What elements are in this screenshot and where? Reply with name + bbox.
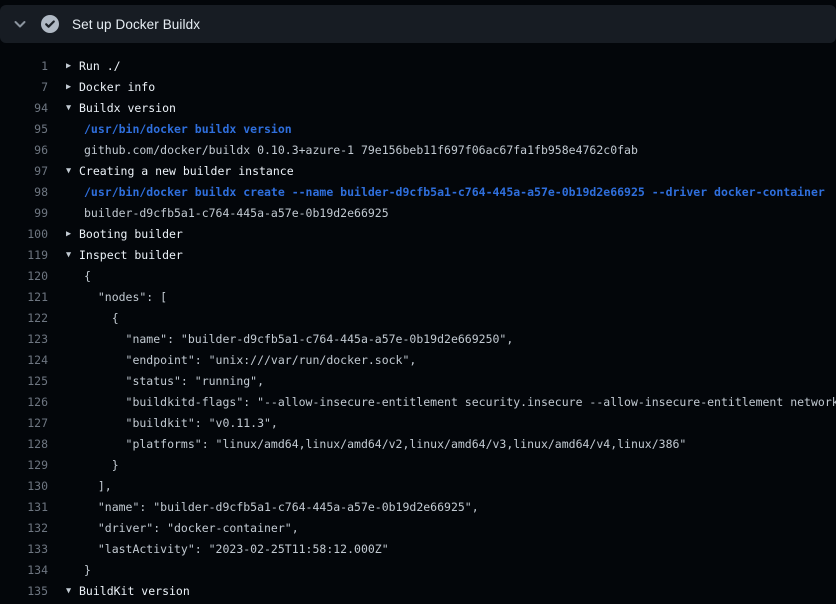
line-number[interactable]: 94 bbox=[0, 98, 48, 119]
log-line-133: 133 "lastActivity": "2023-02-25T11:58:12… bbox=[0, 539, 836, 560]
line-number[interactable]: 129 bbox=[0, 455, 48, 476]
log-text: "nodes": [ bbox=[84, 287, 167, 308]
line-number[interactable]: 120 bbox=[0, 266, 48, 287]
triangle-right-icon[interactable]: ▶ bbox=[66, 77, 79, 98]
log-text: /usr/bin/docker buildx version bbox=[84, 119, 292, 140]
line-number[interactable]: 98 bbox=[0, 182, 48, 203]
log-text: "driver": "docker-container", bbox=[84, 518, 299, 539]
log-text: github.com/docker/buildx 0.10.3+azure-1 … bbox=[84, 140, 638, 161]
log-line-127: 127 "buildkit": "v0.11.3", bbox=[0, 413, 836, 434]
line-number[interactable]: 124 bbox=[0, 350, 48, 371]
line-number[interactable]: 1 bbox=[0, 56, 48, 77]
log-line-131: 131 "name": "builder-d9cfb5a1-c764-445a-… bbox=[0, 497, 836, 518]
log-line-132: 132 "driver": "docker-container", bbox=[0, 518, 836, 539]
line-number[interactable]: 95 bbox=[0, 119, 48, 140]
log-text: Docker info bbox=[79, 77, 155, 98]
line-number[interactable]: 127 bbox=[0, 413, 48, 434]
log-line-1[interactable]: 1 ▶ Run ./ bbox=[0, 56, 836, 77]
triangle-down-icon[interactable]: ▼ bbox=[66, 581, 79, 602]
line-number[interactable]: 132 bbox=[0, 518, 48, 539]
line-number[interactable]: 135 bbox=[0, 581, 48, 602]
log-line-124: 124 "endpoint": "unix:///var/run/docker.… bbox=[0, 350, 836, 371]
log-line-100[interactable]: 100 ▶ Booting builder bbox=[0, 224, 836, 245]
log-line-98: 98 /usr/bin/docker buildx create --name … bbox=[0, 182, 836, 203]
line-number[interactable]: 121 bbox=[0, 287, 48, 308]
log-line-122: 122 { bbox=[0, 308, 836, 329]
log-text: } bbox=[84, 455, 119, 476]
log-line-119[interactable]: 119 ▼ Inspect builder bbox=[0, 245, 836, 266]
step-title: Set up Docker Buildx bbox=[72, 17, 200, 32]
log-text: Run ./ bbox=[79, 56, 121, 77]
log-line-95: 95 /usr/bin/docker buildx version bbox=[0, 119, 836, 140]
line-number[interactable]: 97 bbox=[0, 161, 48, 182]
log-text: { bbox=[84, 308, 119, 329]
log-text: } bbox=[84, 560, 91, 581]
log-text: "status": "running", bbox=[84, 371, 264, 392]
log-text: Buildx version bbox=[79, 98, 176, 119]
log-line-99: 99 builder-d9cfb5a1-c764-445a-a57e-0b19d… bbox=[0, 203, 836, 224]
check-circle-icon bbox=[40, 14, 60, 34]
log-line-94[interactable]: 94 ▼ Buildx version bbox=[0, 98, 836, 119]
log-line-130: 130 ], bbox=[0, 476, 836, 497]
log-line-7[interactable]: 7 ▶ Docker info bbox=[0, 77, 836, 98]
log-text: "name": "builder-d9cfb5a1-c764-445a-a57e… bbox=[84, 497, 479, 518]
line-number[interactable]: 99 bbox=[0, 203, 48, 224]
step-header[interactable]: Set up Docker Buildx bbox=[0, 5, 836, 43]
line-number[interactable]: 134 bbox=[0, 560, 48, 581]
line-number[interactable]: 123 bbox=[0, 329, 48, 350]
log-text: "buildkit": "v0.11.3", bbox=[84, 413, 278, 434]
log-output: 1 ▶ Run ./ 7 ▶ Docker info 94 ▼ Buildx v… bbox=[0, 56, 836, 604]
log-line-96: 96 github.com/docker/buildx 0.10.3+azure… bbox=[0, 140, 836, 161]
log-line-126: 126 "buildkitd-flags": "--allow-insecure… bbox=[0, 392, 836, 413]
log-text: "endpoint": "unix:///var/run/docker.sock… bbox=[84, 350, 416, 371]
line-number[interactable]: 126 bbox=[0, 392, 48, 413]
triangle-down-icon[interactable]: ▼ bbox=[66, 98, 79, 119]
line-number[interactable]: 122 bbox=[0, 308, 48, 329]
line-number[interactable]: 100 bbox=[0, 224, 48, 245]
line-number[interactable]: 131 bbox=[0, 497, 48, 518]
log-line-129: 129 } bbox=[0, 455, 836, 476]
log-line-125: 125 "status": "running", bbox=[0, 371, 836, 392]
log-text: "platforms": "linux/amd64,linux/amd64/v2… bbox=[84, 434, 686, 455]
line-number[interactable]: 128 bbox=[0, 434, 48, 455]
line-number[interactable]: 130 bbox=[0, 476, 48, 497]
line-number[interactable]: 125 bbox=[0, 371, 48, 392]
triangle-right-icon[interactable]: ▶ bbox=[66, 56, 79, 77]
triangle-down-icon[interactable]: ▼ bbox=[66, 245, 79, 266]
log-text: ], bbox=[84, 476, 112, 497]
line-number[interactable]: 7 bbox=[0, 77, 48, 98]
line-number[interactable]: 96 bbox=[0, 140, 48, 161]
log-text: builder-d9cfb5a1-c764-445a-a57e-0b19d2e6… bbox=[84, 203, 389, 224]
log-text: /usr/bin/docker buildx create --name bui… bbox=[84, 182, 825, 203]
log-text: BuildKit version bbox=[79, 581, 190, 602]
line-number[interactable]: 133 bbox=[0, 539, 48, 560]
log-text: { bbox=[84, 266, 91, 287]
log-text: "buildkitd-flags": "--allow-insecure-ent… bbox=[84, 392, 836, 413]
triangle-down-icon[interactable]: ▼ bbox=[66, 161, 79, 182]
log-line-97[interactable]: 97 ▼ Creating a new builder instance bbox=[0, 161, 836, 182]
log-line-135[interactable]: 135 ▼ BuildKit version bbox=[0, 581, 836, 602]
log-line-128: 128 "platforms": "linux/amd64,linux/amd6… bbox=[0, 434, 836, 455]
log-line-120: 120 { bbox=[0, 266, 836, 287]
chevron-down-icon[interactable] bbox=[12, 16, 28, 32]
log-text: Booting builder bbox=[79, 224, 183, 245]
log-line-121: 121 "nodes": [ bbox=[0, 287, 836, 308]
triangle-right-icon[interactable]: ▶ bbox=[66, 224, 79, 245]
line-number[interactable]: 119 bbox=[0, 245, 48, 266]
log-text: "lastActivity": "2023-02-25T11:58:12.000… bbox=[84, 539, 389, 560]
log-text: "name": "builder-d9cfb5a1-c764-445a-a57e… bbox=[84, 329, 513, 350]
log-line-123: 123 "name": "builder-d9cfb5a1-c764-445a-… bbox=[0, 329, 836, 350]
log-text: Creating a new builder instance bbox=[79, 161, 294, 182]
log-text: Inspect builder bbox=[79, 245, 183, 266]
log-line-134: 134 } bbox=[0, 560, 836, 581]
